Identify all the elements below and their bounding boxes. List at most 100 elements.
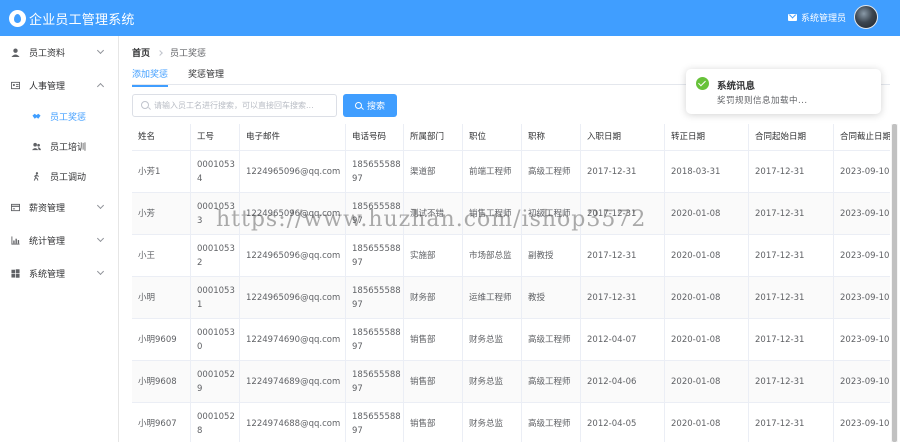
mail-icon: [787, 13, 797, 21]
table-row[interactable]: 小明9609 0001053 0 1224974690@qq.com 18565558…: [132, 319, 890, 361]
table-cell: 高级工程师: [522, 403, 581, 442]
tab-reward-management[interactable]: 奖惩管理: [188, 67, 224, 85]
table-cell: 1224974689@qq.com: [240, 361, 346, 402]
table-cell: 销售部: [404, 361, 463, 402]
sidebar-item-label: 员工奖惩: [50, 112, 87, 123]
chevron-up-icon: [96, 82, 105, 91]
user-name[interactable]: 系统管理员: [801, 11, 846, 24]
windows-icon: [11, 269, 20, 278]
table-cell: 1224974690@qq.com: [240, 319, 346, 360]
table-cell: 2017-12-31: [749, 151, 834, 192]
table-cell: 2017-12-31: [749, 277, 834, 318]
table-cell: 销售工程师: [463, 193, 522, 234]
sidebar-item-rewards[interactable]: 员工奖惩: [0, 101, 119, 131]
table-cell: 运维工程师: [463, 277, 522, 318]
table-cell: 1224965096@qq.com: [240, 277, 346, 318]
scrollbar-thumb[interactable]: [892, 124, 897, 442]
table-cell: 1224965096@qq.com: [240, 151, 346, 192]
chevron-down-icon: [96, 201, 105, 210]
table-cell: 测试不错: [404, 193, 463, 234]
table-cell: 2023-09-10: [834, 361, 890, 402]
table-cell: 市场部总监: [463, 235, 522, 276]
sidebar-item-transfer[interactable]: 员工调动: [0, 161, 119, 191]
table-cell: 2018-03-31: [665, 151, 749, 192]
column-header[interactable]: 职位: [463, 124, 522, 150]
tab-add-reward[interactable]: 添加奖惩: [132, 67, 169, 87]
table-row[interactable]: 小明9607 0001052 8 1224974688@qq.com 18565558…: [132, 403, 890, 442]
employee-table: 姓名 工号 电子邮件 电话号码 所属部门 职位 职称 入职日期 转正日期 合同起始日期 合同截止日期…: [132, 124, 890, 442]
sidebar-menu-hr[interactable]: 人事管理: [0, 69, 119, 101]
table-cell: 销售部: [404, 403, 463, 442]
table-row[interactable]: 小明 0001053 1 1224965096@qq.com 185655588 97…: [132, 277, 890, 319]
table-cell: 185655588 97: [346, 235, 404, 276]
sidebar-menu-statistics[interactable]: 统计管理: [0, 224, 119, 256]
table-cell: 2020-01-08: [665, 361, 749, 402]
column-header[interactable]: 所属部门: [404, 124, 463, 150]
table-cell: 185655588 97: [346, 277, 404, 318]
column-header[interactable]: 职称: [522, 124, 581, 150]
chevron-right-icon: [157, 49, 163, 56]
breadcrumb-home[interactable]: 首页: [132, 46, 150, 59]
table-cell: 小明: [132, 277, 191, 318]
table-cell: 0001053 3: [191, 193, 240, 234]
table-row[interactable]: 小芳 0001053 3 1224965096@qq.com 185655588 97…: [132, 193, 890, 235]
sidebar-item-label: 员工培训: [50, 142, 87, 153]
column-header[interactable]: 电子邮件: [240, 124, 346, 150]
sidebar-item-label: 员工调动: [50, 172, 87, 183]
table-cell: 财务总监: [463, 319, 522, 360]
sidebar-item-training[interactable]: 员工培训: [0, 131, 119, 161]
table-cell: 2023-09-10: [834, 235, 890, 276]
table-cell: 小王: [132, 235, 191, 276]
column-header[interactable]: 电话号码: [346, 124, 404, 150]
table-cell: 财务总监: [463, 361, 522, 402]
vertical-scrollbar[interactable]: [891, 124, 898, 442]
sidebar-menu-employee-info[interactable]: 员工资料: [0, 36, 119, 68]
table-row[interactable]: 小明9608 0001052 9 1224974689@qq.com 18565558…: [132, 361, 890, 403]
logo-icon: [9, 10, 26, 27]
table-cell: 销售部: [404, 319, 463, 360]
sidebar-menu-system[interactable]: 系统管理: [0, 257, 119, 289]
users-icon: [32, 142, 41, 151]
column-header[interactable]: 合同起始日期: [749, 124, 834, 150]
chevron-down-icon: [96, 234, 105, 243]
table-cell: 实施部: [404, 235, 463, 276]
table-cell: 2017-12-31: [581, 151, 665, 192]
table-cell: 教授: [522, 277, 581, 318]
table-header-row: 姓名 工号 电子邮件 电话号码 所属部门 职位 职称 入职日期 转正日期 合同起始日期 合同截止日期: [132, 124, 890, 151]
column-header[interactable]: 合同截止日期: [834, 124, 890, 150]
table-cell: 渠道部: [404, 151, 463, 192]
search-button-label: 搜索: [366, 102, 385, 112]
toast-title: 系统讯息: [717, 81, 756, 92]
credit-card-icon: [11, 203, 20, 212]
table-cell: 2017-12-31: [581, 235, 665, 276]
check-circle-icon: [696, 77, 709, 90]
table-cell: 2012-04-06: [581, 361, 665, 402]
search-input[interactable]: [154, 97, 332, 114]
column-header[interactable]: 姓名: [132, 124, 191, 150]
notification-toast: 系统讯息 奖罚规则信息加载中...: [686, 69, 881, 114]
table-row[interactable]: 小芳1 0001053 4 1224965096@qq.com 185655588 9…: [132, 151, 890, 193]
sidebar: 员工资料 人事管理 员工奖惩 员工培训 员工调动 薪资管理 统计管理 系统管理: [0, 36, 119, 442]
table-cell: 高级工程师: [522, 319, 581, 360]
app-title: 企业员工管理系统: [29, 13, 135, 28]
sidebar-menu-label: 员工资料: [29, 48, 66, 59]
table-cell: 2017-12-31: [581, 277, 665, 318]
table-cell: 小芳1: [132, 151, 191, 192]
sidebar-menu-salary[interactable]: 薪资管理: [0, 191, 119, 223]
sidebar-menu-label: 人事管理: [29, 81, 66, 92]
column-header[interactable]: 工号: [191, 124, 240, 150]
breadcrumb-current: 员工奖惩: [170, 49, 207, 59]
search-box: [132, 94, 337, 117]
table-cell: 0001053 0: [191, 319, 240, 360]
search-button[interactable]: 搜索: [343, 94, 397, 117]
table-cell: 0001053 2: [191, 235, 240, 276]
sidebar-menu-label: 系统管理: [29, 269, 66, 280]
avatar[interactable]: [854, 5, 878, 29]
chevron-down-icon: [96, 267, 105, 276]
user-menu[interactable]: 系统管理员: [787, 5, 878, 29]
column-header[interactable]: 入职日期: [581, 124, 665, 150]
breadcrumb: 首页 员工奖惩: [132, 46, 206, 59]
column-header[interactable]: 转正日期: [665, 124, 749, 150]
table-row[interactable]: 小王 0001053 2 1224965096@qq.com 185655588 97…: [132, 235, 890, 277]
table-cell: 小芳: [132, 193, 191, 234]
